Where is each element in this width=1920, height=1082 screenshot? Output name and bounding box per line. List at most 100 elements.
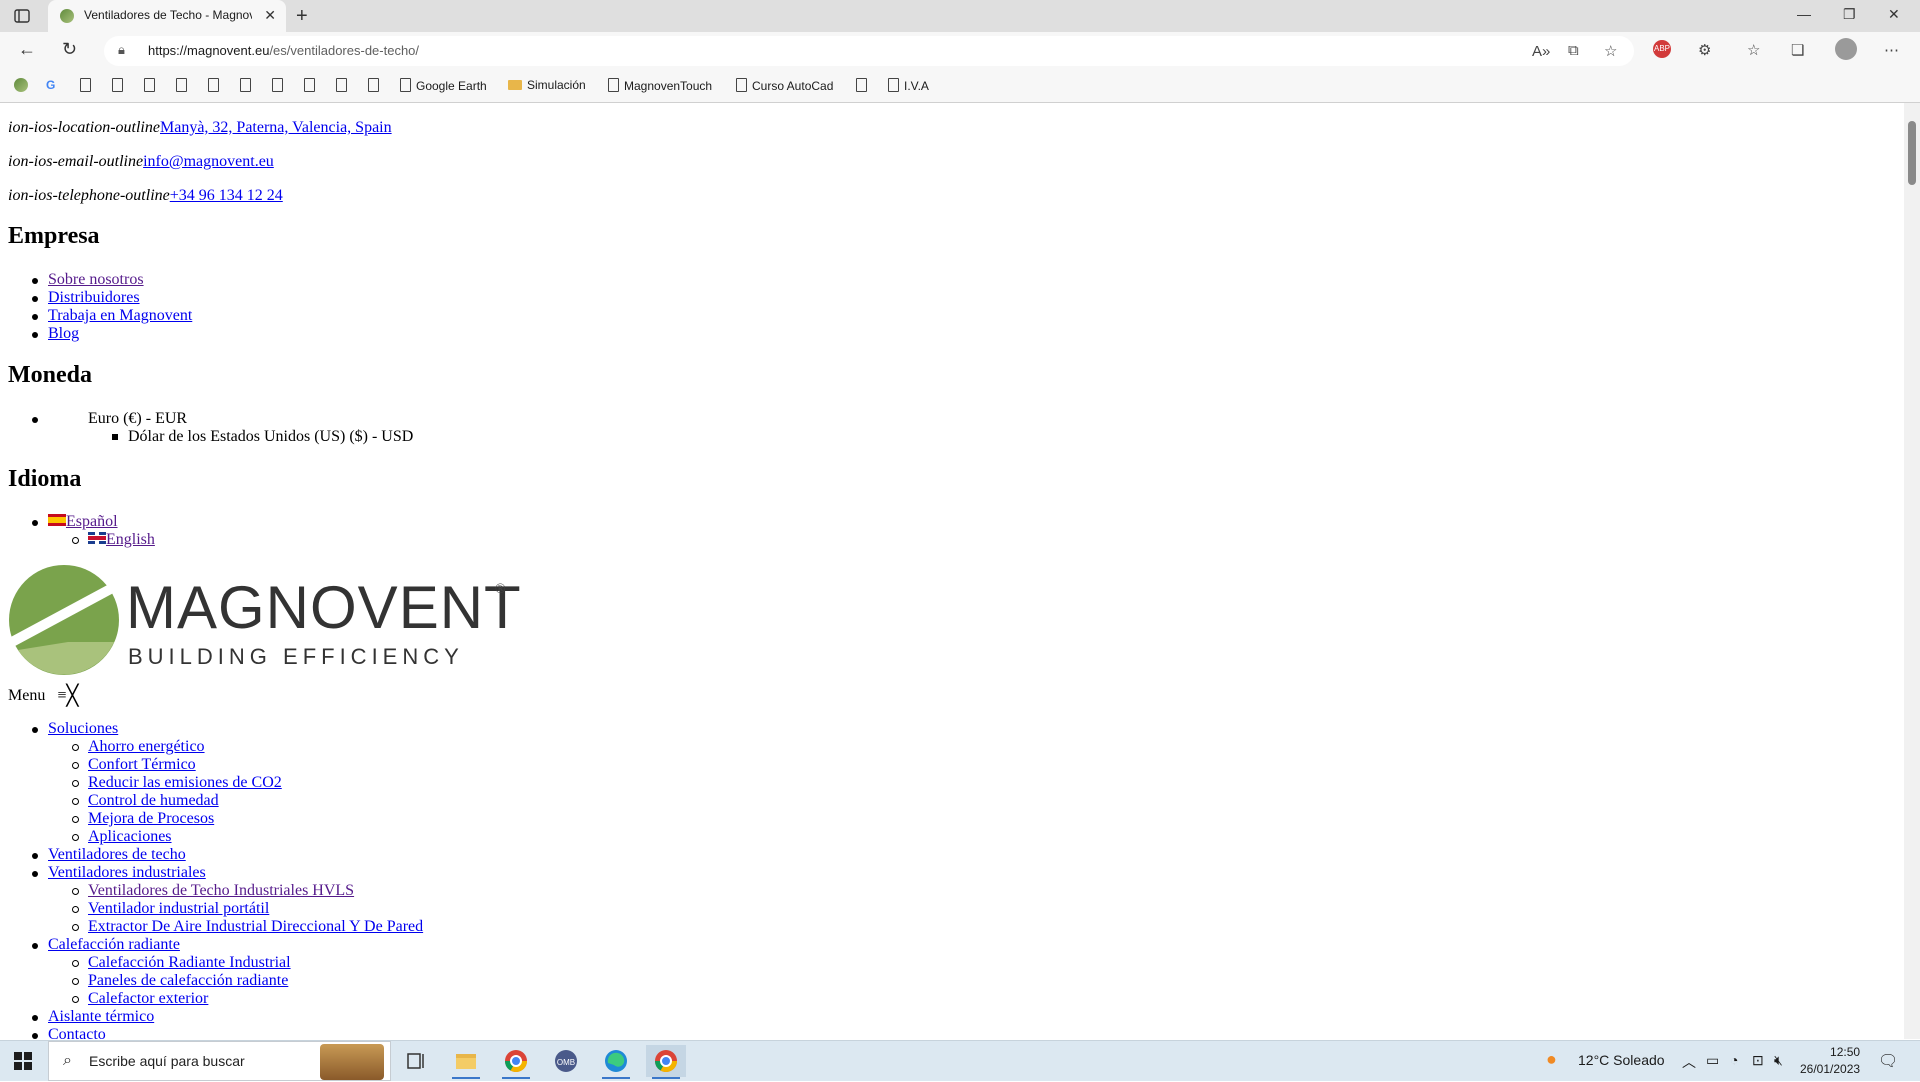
bookmark-page-icon[interactable] — [80, 78, 96, 93]
submenu-link[interactable]: Aplicaciones — [88, 828, 172, 845]
submenu-link[interactable]: Mejora de Procesos — [88, 810, 214, 827]
profile-avatar-icon[interactable] — [1835, 38, 1857, 60]
chrome-active-icon[interactable] — [646, 1045, 686, 1079]
tab-bar: Ventiladores de Techo - Magnovent ✕ + — … — [0, 0, 1920, 32]
svg-text:OMB: OMB — [557, 1058, 575, 1067]
menu-link[interactable]: Soluciones — [48, 720, 118, 737]
reload-icon[interactable]: ↻ — [62, 39, 77, 60]
doc-icon — [888, 78, 899, 92]
show-hidden-icons-icon[interactable]: ︿ — [1682, 1052, 1696, 1072]
bookmark-simulacion[interactable]: Simulación — [508, 78, 586, 92]
currency-eur[interactable]: Euro (€) - EUR — [88, 410, 187, 428]
close-tab-icon[interactable]: ✕ — [264, 7, 276, 24]
bookmark-iva[interactable]: I.V.A — [888, 78, 929, 93]
edge-icon[interactable] — [596, 1045, 636, 1079]
extensions-icon[interactable]: ⚙ — [1698, 41, 1711, 59]
add-favorite-icon[interactable]: ☆ — [1604, 42, 1617, 60]
address-link[interactable]: Manyà, 32, Paterna, Valencia, Spain — [160, 119, 392, 136]
volume-muted-icon[interactable]: 🔇︎ — [1774, 1052, 1783, 1069]
submenu-link[interactable]: Calefacción Radiante Industrial — [88, 954, 291, 971]
tab-actions-icon[interactable] — [12, 7, 32, 25]
email-link[interactable]: info@magnovent.eu — [143, 153, 274, 170]
chrome-icon[interactable] — [496, 1045, 536, 1079]
bookmark-google-icon[interactable]: G — [46, 78, 55, 92]
submenu-link[interactable]: Control de humedad — [88, 792, 219, 809]
bookmark-page-icon[interactable] — [304, 78, 320, 93]
bookmark-label: Simulación — [527, 78, 586, 92]
menu-link[interactable]: Calefacción radiante — [48, 936, 180, 953]
menu-item-soluciones: Soluciones — [32, 720, 118, 738]
bookmark-curso-autocad[interactable]: Curso AutoCad — [736, 78, 833, 93]
lock-icon[interactable]: 🔒︎ — [118, 42, 125, 58]
submenu-item: Control de humedad — [72, 792, 219, 810]
notifications-icon[interactable]: 🗨︎ — [1878, 1051, 1898, 1071]
bookmark-page-icon[interactable] — [240, 78, 256, 93]
bookmark-magnoventouch[interactable]: MagnovenTouch — [608, 78, 712, 93]
bookmark-page-icon[interactable] — [176, 78, 192, 93]
system-clock[interactable]: 12:50 26/01/2023 — [1800, 1044, 1860, 1078]
submenu-link[interactable]: Confort Térmico — [88, 756, 196, 773]
device-icon[interactable]: ⊡ — [1752, 1052, 1764, 1069]
scrollbar-thumb[interactable] — [1908, 121, 1916, 185]
new-tab-icon[interactable]: + — [296, 5, 308, 28]
page-scrollbar[interactable] — [1904, 103, 1920, 1039]
submenu-link[interactable]: Ventilador industrial portátil — [88, 900, 269, 917]
menu-link[interactable]: Contacto — [48, 1026, 106, 1039]
taskbar: ⌕ Escribe aquí para buscar OMB ● 12°C So… — [0, 1040, 1920, 1081]
espanol-link[interactable]: Español — [66, 513, 118, 530]
submenu-link[interactable]: Paneles de calefacción radiante — [88, 972, 288, 989]
taskbar-search-input[interactable]: ⌕ Escribe aquí para buscar — [48, 1041, 391, 1081]
back-icon[interactable]: ← — [18, 39, 36, 60]
more-menu-icon[interactable]: ⋯ — [1884, 41, 1899, 59]
folder-icon — [508, 80, 522, 90]
submenu-link[interactable]: Extractor De Aire Industrial Direccional… — [88, 918, 423, 935]
weather-text[interactable]: 12°C Soleado — [1578, 1052, 1665, 1068]
app-available-icon[interactable]: ⧉ — [1568, 42, 1579, 59]
magnovent-logo[interactable]: MAGNOVENT ® BUILDING EFFICIENCY — [8, 564, 521, 676]
browser-tab[interactable]: Ventiladores de Techo - Magnovent ✕ — [48, 0, 286, 32]
network-icon[interactable]: ◔ — [1730, 1052, 1738, 1068]
close-window-icon[interactable]: ✕ — [1888, 6, 1900, 23]
sobre-nosotros-link[interactable]: Sobre nosotros — [48, 271, 144, 288]
bookmark-page-icon[interactable] — [112, 78, 128, 93]
task-view-icon[interactable] — [396, 1045, 436, 1077]
english-link[interactable]: English — [106, 531, 155, 548]
battery-icon[interactable]: ▭ — [1706, 1052, 1719, 1069]
bookmark-page-icon[interactable] — [272, 78, 288, 93]
file-explorer-icon[interactable] — [446, 1045, 486, 1079]
restore-icon[interactable]: ❐ — [1843, 6, 1856, 23]
phone-link[interactable]: +34 96 134 12 24 — [170, 187, 283, 204]
bookmark-page-icon[interactable] — [336, 78, 352, 93]
currency-usd[interactable]: Dólar de los Estados Unidos (US) ($) - U… — [112, 428, 413, 446]
adblock-extension-icon[interactable]: ABP — [1653, 40, 1671, 58]
menu-toggle[interactable]: Menu ≡╳ — [8, 683, 78, 708]
distribuidores-link[interactable]: Distribuidores — [48, 289, 140, 306]
menu-link[interactable]: Ventiladores industriales — [48, 864, 206, 881]
hamburger-icon[interactable]: ≡ — [57, 687, 66, 704]
bookmark-page-icon[interactable] — [368, 78, 384, 93]
submenu-link[interactable]: Ahorro energético — [88, 738, 205, 755]
trabaja-link[interactable]: Trabaja en Magnovent — [48, 307, 192, 324]
weather-icon[interactable]: ● — [1546, 1049, 1557, 1070]
bookmark-label: MagnovenTouch — [624, 79, 713, 93]
bookmark-page-icon[interactable] — [208, 78, 224, 93]
minimize-icon[interactable]: — — [1797, 6, 1811, 22]
submenu-link[interactable]: Reducir las emisiones de CO2 — [88, 774, 282, 791]
submenu-link[interactable]: Calefactor exterior — [88, 990, 208, 1007]
menu-link[interactable]: Ventiladores de techo — [48, 846, 186, 863]
windows-start-icon[interactable] — [14, 1052, 32, 1070]
favorites-icon[interactable]: ☆ — [1747, 41, 1760, 59]
menu-link[interactable]: Aislante térmico — [48, 1008, 154, 1025]
close-menu-icon[interactable]: ╳ — [66, 685, 78, 707]
omb-app-icon[interactable]: OMB — [546, 1045, 586, 1077]
url-text[interactable]: https://magnovent.eu/es/ventiladores-de-… — [148, 43, 419, 58]
bookmark-page-icon[interactable] — [144, 78, 160, 93]
submenu-link[interactable]: Ventiladores de Techo Industriales HVLS — [88, 882, 354, 899]
collections-icon[interactable]: ❏ — [1791, 41, 1804, 59]
read-aloud-icon[interactable]: A» — [1532, 43, 1550, 60]
address-bar[interactable]: 🔒︎ https://magnovent.eu/es/ventiladores-… — [104, 36, 1634, 66]
bookmark-magnovent-icon[interactable] — [14, 78, 28, 92]
blog-link[interactable]: Blog — [48, 325, 79, 342]
bookmark-page-icon[interactable] — [856, 78, 872, 93]
bookmark-google-earth[interactable]: Google Earth — [400, 78, 487, 93]
